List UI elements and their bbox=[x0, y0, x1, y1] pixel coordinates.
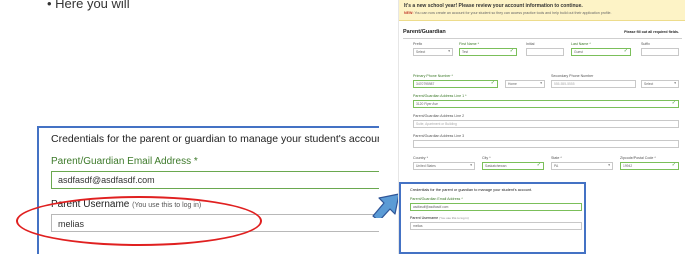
callout-email-value: asdfasdf@asdfasdf.com bbox=[58, 175, 155, 185]
banner-body: You can now create an account for your s… bbox=[414, 11, 612, 15]
phone-type-select[interactable]: Home ▾ bbox=[505, 80, 545, 88]
country-label: Country * bbox=[413, 156, 428, 160]
zip-label: Zipcode/Postal Code * bbox=[620, 156, 656, 160]
primary-phone-value: 3470795987 bbox=[416, 82, 435, 86]
secondary-phone-label: Secondary Phone Number bbox=[551, 74, 594, 78]
address1-value: 3120 Flyer Ave bbox=[416, 102, 438, 106]
suffix-input[interactable] bbox=[641, 48, 679, 56]
primary-phone-label: Primary Phone Number * bbox=[413, 74, 453, 78]
creds-username-label: Parent Username (You use this to log in) bbox=[410, 216, 469, 220]
creds-email-input[interactable]: asdfasdf@asdfasdf.com bbox=[410, 203, 582, 211]
creds-email-value: asdfasdf@asdfasdf.com bbox=[413, 205, 449, 209]
zip-value: 19942 bbox=[623, 164, 633, 168]
creds-title: Credentials for the parent or guardian t… bbox=[410, 188, 533, 192]
country-value: United States bbox=[416, 164, 436, 168]
phone-type-value: Home bbox=[508, 82, 517, 86]
highlight-ellipse bbox=[16, 196, 262, 246]
last-name-label: Last Name * bbox=[571, 42, 591, 46]
callout-email-field[interactable]: asdfasdf@asdfasdf.com bbox=[51, 171, 379, 189]
address1-input[interactable]: 3120 Flyer Ave ✓ bbox=[413, 100, 679, 108]
first-name-value: Test bbox=[462, 50, 469, 54]
chevron-down-icon: ▾ bbox=[608, 163, 610, 167]
account-form-screenshot: It's a new school year! Please review yo… bbox=[398, 0, 685, 254]
creds-username-label-text: Parent Username bbox=[410, 216, 439, 220]
country-select[interactable]: United States ▾ bbox=[413, 162, 475, 170]
last-name-input[interactable]: Guest ✓ bbox=[571, 48, 631, 56]
creds-username-hint: (You use this to log in) bbox=[439, 216, 469, 220]
check-icon: ✓ bbox=[623, 48, 628, 54]
creds-email-label: Parent/Guardian Email Address * bbox=[410, 197, 463, 201]
initial-input[interactable] bbox=[526, 48, 564, 56]
creds-username-value: melias bbox=[413, 224, 423, 228]
callout-email-label: Parent/Guardian Email Address * bbox=[51, 156, 198, 167]
state-label: State * bbox=[551, 156, 562, 160]
address2-placeholder: Suite, Apartment or Building bbox=[416, 122, 457, 126]
phone-type2-value: Select bbox=[644, 82, 654, 86]
address2-label: Parent/Guardian Address Line 2 bbox=[413, 114, 465, 118]
chevron-down-icon: ▾ bbox=[470, 163, 472, 167]
check-icon: ✓ bbox=[509, 48, 514, 54]
check-icon: ✓ bbox=[536, 162, 541, 168]
callout-title: Credentials for the parent or guardian t… bbox=[51, 133, 379, 145]
address2-input[interactable]: Suite, Apartment or Building bbox=[413, 120, 679, 128]
phone-type2-select[interactable]: Select ▾ bbox=[641, 80, 679, 88]
creds-username-input[interactable]: melias bbox=[410, 222, 582, 230]
section-divider bbox=[403, 38, 682, 39]
bullet-text: • Here you will bbox=[47, 0, 130, 11]
state-select[interactable]: PA ▾ bbox=[551, 162, 613, 170]
check-icon: ✓ bbox=[671, 100, 676, 106]
first-name-input[interactable]: Test ✓ bbox=[459, 48, 517, 56]
address3-input[interactable] bbox=[413, 140, 679, 148]
notice-banner: It's a new school year! Please review yo… bbox=[399, 0, 685, 21]
primary-phone-input[interactable]: 3470795987 ✓ bbox=[413, 80, 498, 88]
banner-text: NEW: You can now create an account for y… bbox=[404, 11, 612, 15]
chevron-down-icon: ▾ bbox=[540, 81, 542, 85]
last-name-value: Guest bbox=[574, 50, 583, 54]
zip-input[interactable]: 19942 ✓ bbox=[620, 162, 679, 170]
chevron-down-icon: ▾ bbox=[674, 81, 676, 85]
required-note: Please fill out all required fields. bbox=[624, 30, 679, 34]
credentials-box: Credentials for the parent or guardian t… bbox=[399, 182, 586, 254]
city-label: City * bbox=[482, 156, 491, 160]
address3-label: Parent/Guardian Address Line 3 bbox=[413, 134, 465, 138]
state-value: PA bbox=[554, 164, 559, 168]
first-name-label: First Name * bbox=[459, 42, 479, 46]
prefix-label: Prefix bbox=[413, 42, 423, 46]
banner-title: It's a new school year! Please review yo… bbox=[404, 3, 583, 9]
city-input[interactable]: Saskatchewan ✓ bbox=[482, 162, 544, 170]
new-badge: NEW: bbox=[404, 11, 414, 15]
prefix-select[interactable]: Select ▾ bbox=[413, 48, 453, 56]
address1-label: Parent/Guardian Address Line 1 * bbox=[413, 94, 467, 98]
section-title: Parent/Guardian bbox=[403, 29, 446, 35]
suffix-label: Suffix bbox=[641, 42, 650, 46]
check-icon: ✓ bbox=[671, 162, 676, 168]
prefix-value: Select bbox=[416, 50, 426, 54]
secondary-phone-placeholder: 555-555-5555 bbox=[554, 82, 575, 86]
check-icon: ✓ bbox=[490, 80, 495, 86]
city-value: Saskatchewan bbox=[485, 164, 507, 168]
chevron-down-icon: ▾ bbox=[448, 49, 450, 53]
secondary-phone-input[interactable]: 555-555-5555 bbox=[551, 80, 636, 88]
initial-label: Initial bbox=[526, 42, 535, 46]
